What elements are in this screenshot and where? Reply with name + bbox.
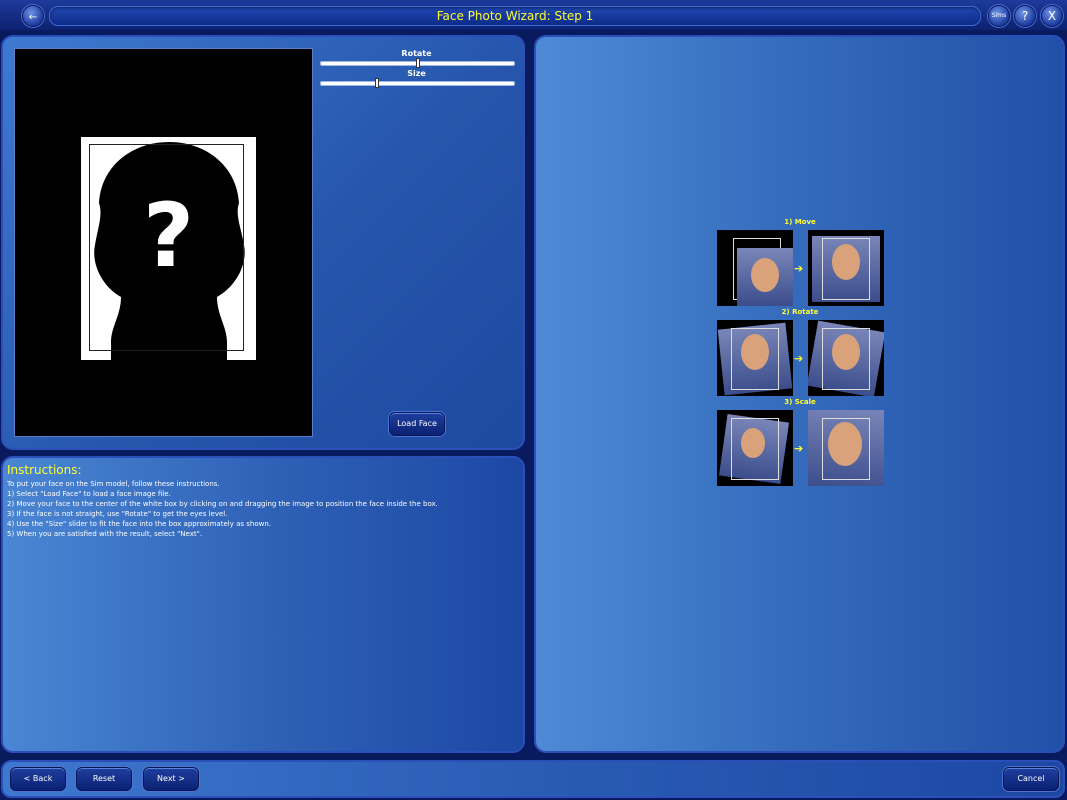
load-face-button[interactable]: Load Face: [389, 412, 445, 436]
rotate-slider-thumb[interactable]: [415, 58, 420, 68]
size-slider[interactable]: [320, 78, 515, 88]
right-arrow-icon: ➔: [794, 442, 804, 455]
reset-button[interactable]: Reset: [76, 767, 132, 791]
sims-button[interactable]: Sims: [988, 5, 1010, 27]
help-button[interactable]: ?: [1014, 5, 1036, 27]
close-button[interactable]: X: [1041, 5, 1063, 27]
close-icon: X: [1047, 9, 1057, 23]
question-mark-icon: ?: [1021, 9, 1029, 23]
instruction-line: 3) If the face is not straight, use "Rot…: [7, 510, 228, 518]
rotate-slider[interactable]: [320, 58, 515, 68]
move-before-image: [717, 230, 793, 306]
right-arrow-icon: ➔: [794, 262, 804, 275]
window-title: Face Photo Wizard: Step 1: [436, 9, 594, 23]
title-pill: Face Photo Wizard: Step 1: [49, 6, 981, 26]
instructions-title: Instructions:: [7, 463, 82, 477]
rotate-label: Rotate: [401, 49, 432, 58]
step-rotate-label: 2) Rotate: [781, 308, 819, 316]
back-round-button[interactable]: ←: [22, 5, 44, 27]
instruction-line: 4) Use the "Size" slider to fit the face…: [7, 520, 271, 528]
next-button[interactable]: Next >: [143, 767, 199, 791]
example-panel: [534, 35, 1065, 753]
instructions-text: To put your face on the Sim model, follo…: [7, 479, 438, 539]
rotate-after-image: [808, 320, 884, 396]
scale-after-image: [808, 410, 884, 486]
left-arrow-icon: ←: [28, 12, 38, 23]
face-photo-canvas[interactable]: ?: [14, 48, 313, 437]
instruction-line: 1) Select "Load Face" to load a face ima…: [7, 490, 171, 498]
right-arrow-icon: ➔: [794, 352, 804, 365]
move-after-image: [808, 230, 884, 306]
back-button[interactable]: < Back: [10, 767, 66, 791]
rotate-before-image: [717, 320, 793, 396]
step-scale-label: 3) Scale: [784, 398, 816, 406]
instruction-line: 2) Move your face to the center of the w…: [7, 500, 438, 508]
face-guide-box: [89, 144, 244, 351]
instruction-line: To put your face on the Sim model, follo…: [7, 480, 220, 488]
size-slider-thumb[interactable]: [374, 78, 379, 88]
sims-logo-icon: Sims: [991, 12, 1007, 19]
step-move-label: 1) Move: [784, 218, 816, 226]
scale-before-image: [717, 410, 793, 486]
title-bar: ← Face Photo Wizard: Step 1 Sims ? X: [0, 0, 1067, 30]
instruction-line: 5) When you are satisfied with the resul…: [7, 530, 203, 538]
cancel-button[interactable]: Cancel: [1003, 767, 1059, 791]
size-label: Size: [407, 69, 426, 78]
face-placeholder-card: ?: [81, 137, 256, 360]
